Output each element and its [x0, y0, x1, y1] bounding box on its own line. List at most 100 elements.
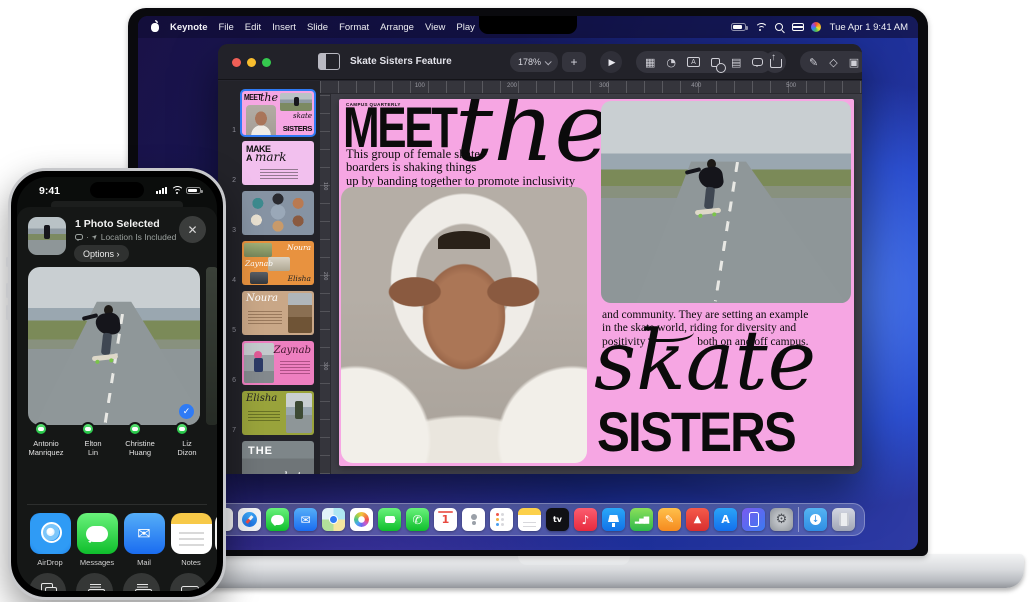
- system-settings-icon[interactable]: ⚙: [770, 508, 793, 531]
- keynote-dock-icon[interactable]: [602, 508, 625, 531]
- messages-icon[interactable]: [266, 508, 289, 531]
- add-slide-button[interactable]: +: [562, 52, 586, 72]
- share-app-mail[interactable]: ✉ Mail: [121, 513, 167, 567]
- text-icon[interactable]: A: [687, 57, 700, 67]
- contacts-icon[interactable]: [462, 508, 485, 531]
- mail-icon[interactable]: ✉: [294, 508, 317, 531]
- slide-thumbnail-7[interactable]: Elisha: [242, 391, 314, 435]
- zoom-level-control[interactable]: 178%: [510, 52, 558, 72]
- menubar-clock[interactable]: Tue Apr 1 9:41 AM: [830, 22, 908, 33]
- menu-file[interactable]: File: [218, 22, 233, 33]
- table-icon[interactable]: ▦: [645, 57, 655, 68]
- pages-icon[interactable]: ✎: [658, 508, 681, 531]
- apple-menu-icon[interactable]: [151, 23, 159, 32]
- animate-icon[interactable]: ◇: [829, 57, 837, 68]
- facetime-icon[interactable]: [378, 508, 401, 531]
- airdrop-contact[interactable]: ChristineHuang: [117, 435, 163, 458]
- slide-outro-script-text[interactable]: skate: [594, 317, 816, 407]
- calendar-icon[interactable]: 1: [434, 508, 457, 531]
- menu-format[interactable]: Format: [339, 22, 369, 33]
- chart-icon[interactable]: ◔: [666, 57, 676, 68]
- airdrop-contact[interactable]: AntonioManriquez: [23, 435, 69, 458]
- copy-action-button[interactable]: [29, 573, 66, 591]
- add-to-album-action-button[interactable]: +: [123, 573, 160, 591]
- status-time: 9:41: [39, 185, 60, 197]
- mute-switch[interactable]: [6, 257, 9, 267]
- format-brush-icon[interactable]: ✎: [809, 57, 818, 68]
- share-app-airdrop[interactable]: AirDrop: [27, 513, 73, 567]
- close-window-button[interactable]: [232, 58, 241, 67]
- volume-up-button[interactable]: [6, 283, 9, 298]
- comment-icon[interactable]: [752, 58, 763, 66]
- share-sheet-title: 1 Photo Selected: [75, 218, 160, 230]
- status-icons: [156, 186, 201, 195]
- wifi-icon[interactable]: [755, 23, 766, 32]
- volume-down-button[interactable]: [6, 305, 9, 320]
- downloads-folder-icon[interactable]: [804, 508, 827, 531]
- iphone-mirroring-icon[interactable]: [742, 508, 765, 531]
- airdrop-contact[interactable]: LizDizon: [164, 435, 210, 458]
- slide-thumbnail-2[interactable]: MAKE A mark: [242, 141, 314, 185]
- menubar-status-area: Tue Apr 1 9:41 AM: [731, 22, 908, 33]
- apple-tv-icon[interactable]: tv: [546, 508, 569, 531]
- play-button[interactable]: ▶: [600, 51, 622, 73]
- rocket-app-icon[interactable]: ▲: [686, 508, 709, 531]
- slide-photo-portrait[interactable]: [341, 187, 587, 463]
- thumb5-name: Noura: [246, 293, 278, 304]
- notes-icon[interactable]: [518, 508, 541, 531]
- close-button[interactable]: ✕: [179, 216, 206, 243]
- share-button[interactable]: [764, 51, 786, 73]
- maps-icon[interactable]: [322, 508, 345, 531]
- zoom-window-button[interactable]: [262, 58, 271, 67]
- minimize-window-button[interactable]: [247, 58, 256, 67]
- menu-insert[interactable]: Insert: [272, 22, 296, 33]
- menu-arrange[interactable]: Arrange: [380, 22, 414, 33]
- view-sidebar-icon[interactable]: [318, 53, 340, 70]
- comment-icon: [75, 234, 83, 240]
- menu-slide[interactable]: Slide: [307, 22, 328, 33]
- trash-icon[interactable]: [832, 508, 855, 531]
- road-shape: [601, 101, 851, 303]
- shape-icon[interactable]: [711, 58, 720, 67]
- music-icon[interactable]: ♪: [574, 508, 597, 531]
- selected-photo[interactable]: ✓: [28, 267, 200, 425]
- phone-icon[interactable]: ✆: [406, 508, 429, 531]
- media-icon[interactable]: ▤: [731, 57, 741, 68]
- airplay-action-button[interactable]: [170, 573, 207, 591]
- battery-icon[interactable]: [731, 23, 746, 31]
- messages-badge-icon: [128, 422, 142, 436]
- slide-thumbnail-6[interactable]: Zaynab: [242, 341, 314, 385]
- menu-edit[interactable]: Edit: [245, 22, 261, 33]
- slide-thumbnail-1[interactable]: MEET the skate SISTERS: [242, 91, 314, 135]
- next-app-edge[interactable]: [215, 513, 217, 554]
- shared-album-action-button[interactable]: [76, 573, 113, 591]
- menu-app-name[interactable]: Keynote: [170, 22, 207, 33]
- slide-thumbnail-8[interactable]: THE skate: [242, 441, 314, 474]
- reminders-icon[interactable]: [490, 508, 513, 531]
- control-center-icon[interactable]: [792, 23, 802, 31]
- safari-icon[interactable]: [238, 508, 261, 531]
- menu-view[interactable]: View: [425, 22, 445, 33]
- share-app-notes[interactable]: Notes: [168, 513, 214, 567]
- next-photo-edge[interactable]: [206, 267, 217, 425]
- photos-icon[interactable]: [350, 508, 373, 531]
- airdrop-contact[interactable]: EltonLin: [70, 435, 116, 458]
- slide-intro-text[interactable]: This group of female skate– boarders is …: [346, 148, 575, 188]
- share-app-messages[interactable]: Messages: [74, 513, 120, 567]
- slide-thumbnail-3[interactable]: [242, 191, 314, 235]
- slide-headline-text[interactable]: MEET: [343, 103, 456, 152]
- selected-slide-highlight: MEET the skate SISTERS: [240, 89, 316, 137]
- menu-play[interactable]: Play: [456, 22, 474, 33]
- document-setup-icon[interactable]: ▣: [849, 57, 859, 68]
- color-app-icon[interactable]: [811, 22, 821, 32]
- current-slide[interactable]: CAMPUS QUARTERLY MEET the This group of …: [339, 99, 854, 466]
- slide-thumbnail-5[interactable]: Noura: [242, 291, 314, 335]
- spotlight-icon[interactable]: [775, 23, 783, 31]
- slide-thumbnail-4[interactable]: Noura Zaynab Elisha: [242, 241, 314, 285]
- numbers-icon[interactable]: ▂▅▇: [630, 508, 653, 531]
- slide-row-1: 1 MEET the skate: [218, 87, 320, 137]
- app-store-icon[interactable]: A: [714, 508, 737, 531]
- slide-outro-text[interactable]: SISTERS: [597, 405, 795, 461]
- options-button[interactable]: Options ›: [74, 245, 129, 262]
- slide-photo-skater[interactable]: [601, 101, 851, 303]
